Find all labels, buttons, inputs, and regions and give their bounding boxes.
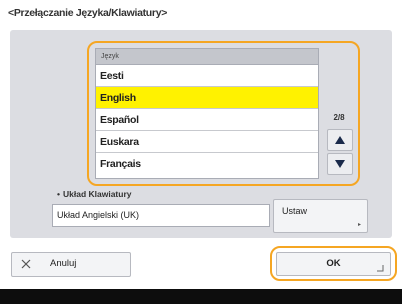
language-item-francais[interactable]: Français: [96, 153, 318, 175]
ok-button[interactable]: OK: [276, 252, 391, 276]
corner-arrow-icon: ▸: [357, 222, 361, 228]
set-keyboard-button[interactable]: Ustaw ▸: [273, 199, 368, 233]
language-list: Język Eesti English Español Euskara Fran…: [95, 48, 319, 179]
set-keyboard-button-label: Ustaw: [282, 206, 308, 216]
scroll-up-button[interactable]: [327, 129, 353, 151]
page-indicator: 2/8: [333, 113, 345, 122]
keyboard-layout-label-text: Układ Klawiatury: [62, 189, 132, 199]
scroll-down-button[interactable]: [327, 153, 353, 175]
keyboard-layout-label: • Układ Klawiatury: [57, 189, 131, 199]
corner-arrow-icon: [377, 265, 384, 272]
triangle-up-icon: [335, 136, 345, 144]
cancel-button-label: Anuluj: [50, 258, 77, 269]
language-item-espanol[interactable]: Español: [96, 109, 318, 131]
ok-button-label: OK: [326, 258, 341, 269]
bullet-icon: •: [57, 189, 60, 199]
status-bar: [0, 289, 402, 304]
cancel-button[interactable]: Anuluj: [11, 252, 131, 277]
language-item-english[interactable]: English: [96, 87, 318, 109]
close-icon: [21, 259, 31, 269]
language-item-eesti[interactable]: Eesti: [96, 65, 318, 87]
triangle-down-icon: [335, 160, 345, 168]
dialog-title: <Przełączanie Języka/Klawiatury>: [8, 7, 168, 19]
language-item-euskara[interactable]: Euskara: [96, 131, 318, 153]
keyboard-layout-field: Układ Angielski (UK): [52, 204, 270, 227]
language-list-header: Język: [96, 49, 318, 65]
